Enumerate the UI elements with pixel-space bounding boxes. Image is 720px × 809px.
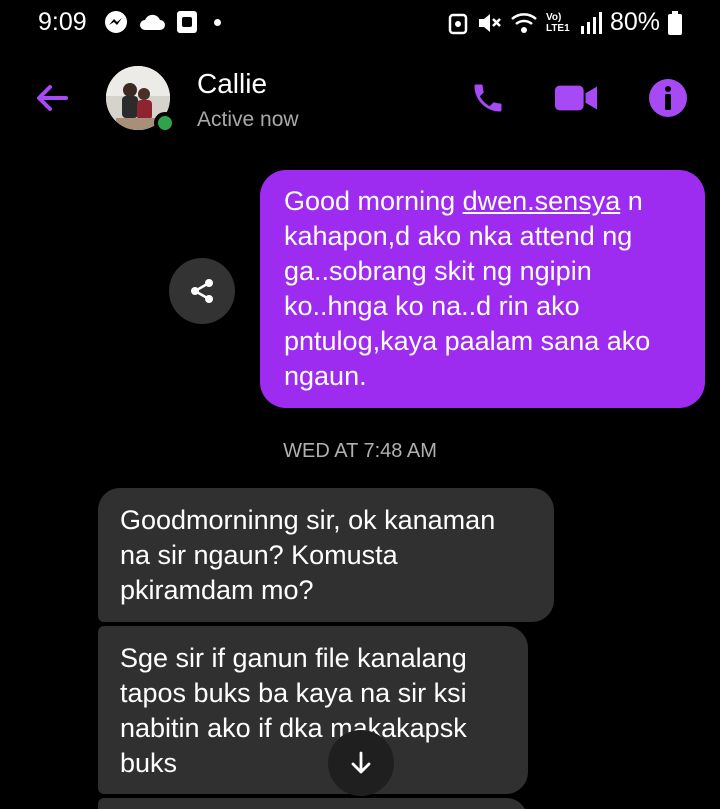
wifi-icon [511, 12, 537, 33]
info-button[interactable] [646, 76, 690, 120]
incoming-message[interactable]: Sge sir if ganun file kanalang tapos buk… [98, 626, 528, 794]
message-line: Good morning dwen.sensya n [284, 184, 681, 219]
battery-percent: 80% [609, 8, 660, 36]
message-line: nabitin ako if dka makakapsk [120, 713, 467, 743]
battery-icon [668, 10, 682, 35]
message-timestamp: WED AT 7:48 AM [283, 440, 437, 462]
contact-name[interactable]: Callie [197, 68, 267, 100]
video-call-button[interactable] [554, 76, 598, 120]
active-indicator [154, 112, 176, 134]
notification-icons [104, 10, 221, 34]
back-arrow-icon [37, 85, 68, 111]
message-line: pkiramdam mo? [120, 575, 314, 605]
app-notification-icon [177, 11, 197, 33]
message-line: ko..hnga ko na..d rin ako [284, 291, 580, 321]
alarm-icon [448, 13, 468, 34]
message-line: pntulog,kaya paalam sana ako [284, 326, 651, 356]
incoming-message-partial[interactable] [98, 798, 528, 809]
voice-call-button[interactable] [466, 76, 510, 120]
messenger-icon [105, 11, 127, 33]
contact-avatar[interactable] [106, 66, 176, 134]
signal-icon [580, 11, 602, 34]
arrow-down-icon [351, 751, 371, 774]
message-line: Goodmorninng sir, ok kanaman [120, 505, 496, 535]
phone-icon [474, 84, 502, 112]
mute-icon [478, 13, 501, 32]
video-camera-icon [554, 85, 598, 111]
scroll-to-bottom-button[interactable] [328, 730, 394, 796]
status-time: 9:09 [38, 8, 87, 36]
share-icon [191, 279, 213, 303]
incoming-message[interactable]: Goodmorninng sir, ok kanaman na sir ngau… [98, 488, 554, 622]
message-link[interactable]: dwen.sensya [463, 186, 621, 216]
outgoing-message[interactable]: Good morning dwen.sensya n kahapon,d ako… [260, 170, 705, 408]
status-bar: 9:09 Vo) LTE1 80% [0, 0, 720, 46]
message-line: Sge sir if ganun file kanalang [120, 643, 467, 673]
more-notifications-dot [214, 18, 221, 26]
chat-header: Callie Active now [0, 58, 720, 148]
message-line: tapos buks ba kaya na sir ksi [120, 678, 467, 708]
back-button[interactable] [32, 78, 72, 118]
message-line: na sir ngaun? Komusta [120, 540, 398, 570]
active-status: Active now [197, 108, 299, 131]
system-icons: Vo) LTE1 80% [448, 8, 682, 37]
network-label: Vo) LTE1 [545, 11, 570, 34]
message-line: ngaun. [284, 361, 367, 391]
cloud-icon [140, 14, 165, 30]
message-text: n [620, 186, 643, 216]
info-icon [649, 79, 687, 117]
message-line: ga..sobrang skit ng ngipin [284, 256, 592, 286]
share-button[interactable] [169, 258, 235, 324]
message-line: buks [120, 748, 178, 778]
message-text: Good morning [284, 186, 463, 216]
message-line: kahapon,d ako nka attend ng [284, 221, 633, 251]
